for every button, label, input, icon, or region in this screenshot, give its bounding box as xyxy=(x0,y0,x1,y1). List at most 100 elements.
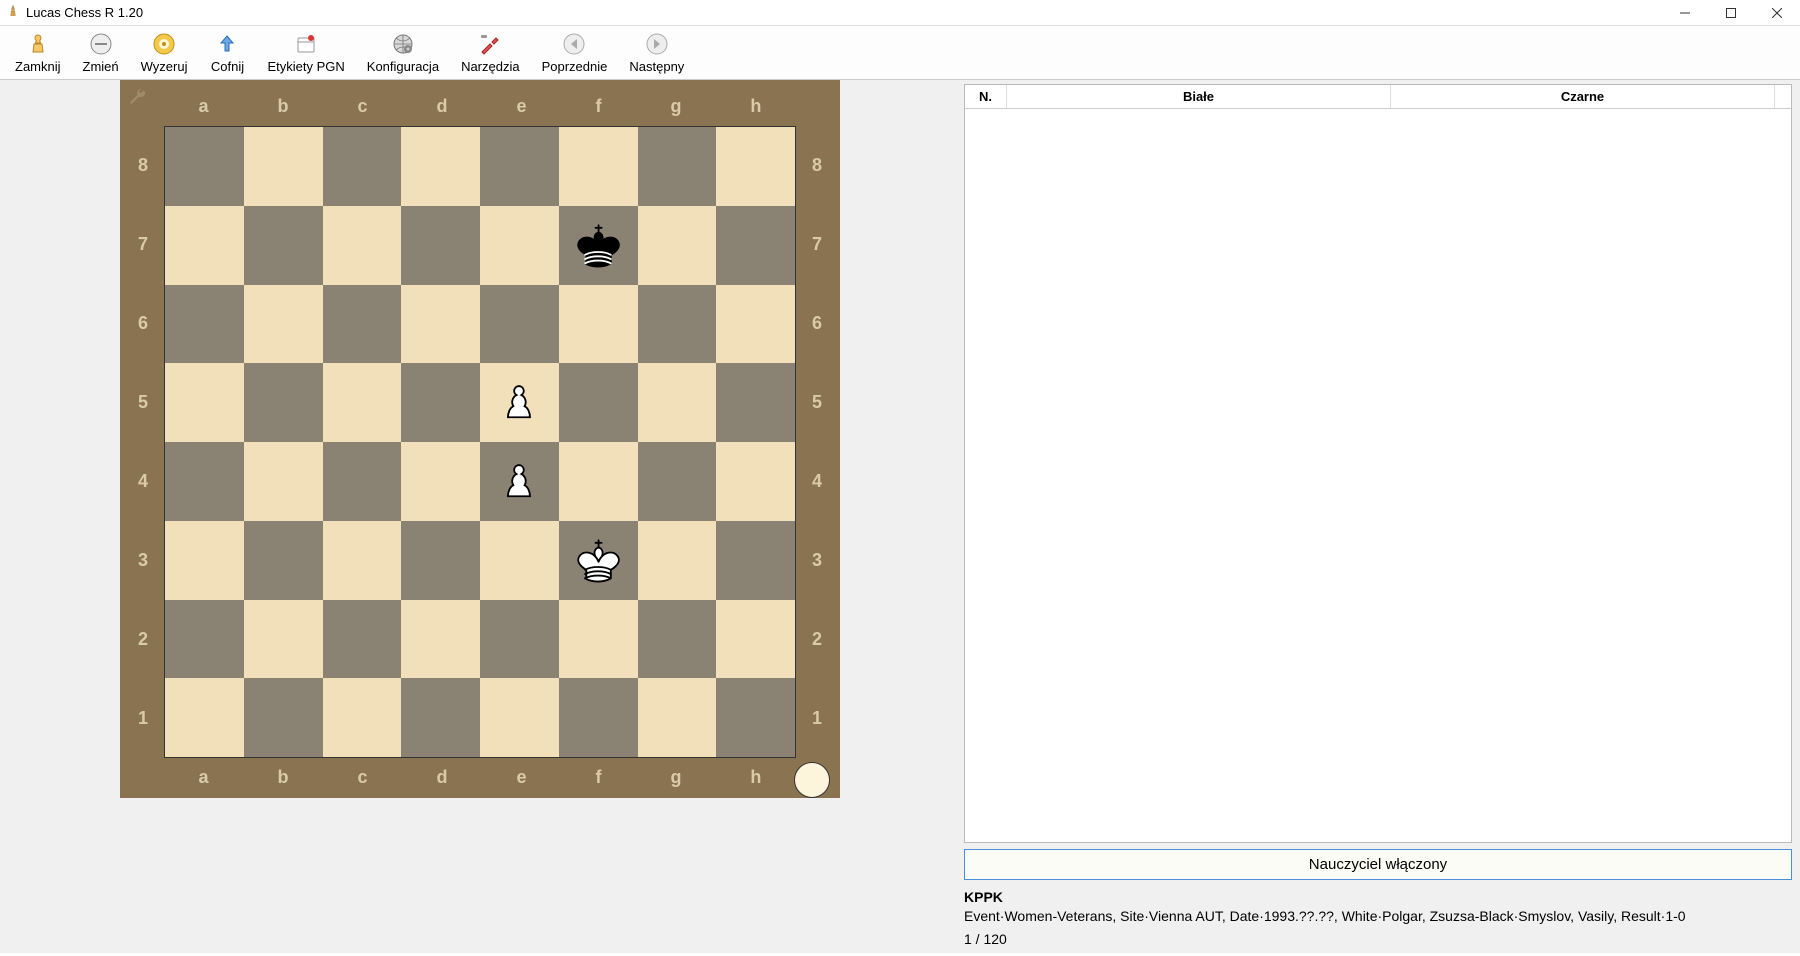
square-h4[interactable] xyxy=(716,442,795,521)
rank-label: 6 xyxy=(138,313,148,334)
square-c1[interactable] xyxy=(323,678,402,757)
close-window-button[interactable] xyxy=(1754,0,1800,25)
square-f8[interactable] xyxy=(559,127,638,206)
toolbar: Zamknij Zmień Wyzeruj Cofnij Etykiety PG… xyxy=(0,25,1800,80)
square-h5[interactable] xyxy=(716,363,795,442)
undo-button[interactable]: Cofnij xyxy=(198,28,256,77)
square-f4[interactable] xyxy=(559,442,638,521)
file-label: e xyxy=(516,767,526,788)
square-e7[interactable] xyxy=(480,206,559,285)
prev-button[interactable]: Poprzednie xyxy=(531,28,619,77)
close-button[interactable]: Zamknij xyxy=(4,28,72,77)
square-b8[interactable] xyxy=(244,127,323,206)
black-king[interactable] xyxy=(559,206,638,285)
square-e6[interactable] xyxy=(480,285,559,364)
square-a5[interactable] xyxy=(165,363,244,442)
square-f5[interactable] xyxy=(559,363,638,442)
rank-label: 5 xyxy=(138,392,148,413)
square-d6[interactable] xyxy=(401,285,480,364)
square-h7[interactable] xyxy=(716,206,795,285)
square-e4[interactable] xyxy=(480,442,559,521)
square-a8[interactable] xyxy=(165,127,244,206)
pgn-labels-button[interactable]: Etykiety PGN xyxy=(256,28,355,77)
next-icon xyxy=(644,31,670,57)
square-e5[interactable] xyxy=(480,363,559,442)
square-c2[interactable] xyxy=(323,600,402,679)
square-f3[interactable] xyxy=(559,521,638,600)
square-a1[interactable] xyxy=(165,678,244,757)
square-f7[interactable] xyxy=(559,206,638,285)
square-d7[interactable] xyxy=(401,206,480,285)
next-button[interactable]: Następny xyxy=(618,28,695,77)
square-g6[interactable] xyxy=(638,285,717,364)
square-a6[interactable] xyxy=(165,285,244,364)
config-label: Konfiguracja xyxy=(367,59,439,74)
square-f2[interactable] xyxy=(559,600,638,679)
square-g3[interactable] xyxy=(638,521,717,600)
square-g7[interactable] xyxy=(638,206,717,285)
square-g8[interactable] xyxy=(638,127,717,206)
square-d8[interactable] xyxy=(401,127,480,206)
white-king[interactable] xyxy=(559,521,638,600)
teacher-button[interactable]: Nauczyciel włączony xyxy=(964,849,1792,880)
board-pane: abcdefgh abcdefgh 87654321 87654321 xyxy=(0,80,960,953)
maximize-button[interactable] xyxy=(1708,0,1754,25)
square-a4[interactable] xyxy=(165,442,244,521)
square-b1[interactable] xyxy=(244,678,323,757)
square-g4[interactable] xyxy=(638,442,717,521)
square-e1[interactable] xyxy=(480,678,559,757)
square-a3[interactable] xyxy=(165,521,244,600)
moves-table[interactable]: N. Białe Czarne xyxy=(964,84,1792,843)
turn-indicator xyxy=(794,762,830,798)
square-f6[interactable] xyxy=(559,285,638,364)
square-h1[interactable] xyxy=(716,678,795,757)
square-d5[interactable] xyxy=(401,363,480,442)
square-h8[interactable] xyxy=(716,127,795,206)
square-a2[interactable] xyxy=(165,600,244,679)
square-a7[interactable] xyxy=(165,206,244,285)
square-c5[interactable] xyxy=(323,363,402,442)
square-b6[interactable] xyxy=(244,285,323,364)
undo-label: Cofnij xyxy=(211,59,244,74)
square-c3[interactable] xyxy=(323,521,402,600)
square-c6[interactable] xyxy=(323,285,402,364)
square-c8[interactable] xyxy=(323,127,402,206)
chess-board[interactable]: abcdefgh abcdefgh 87654321 87654321 xyxy=(120,80,840,798)
square-e8[interactable] xyxy=(480,127,559,206)
minimize-button[interactable] xyxy=(1662,0,1708,25)
rank-label: 8 xyxy=(138,155,148,176)
tools-button[interactable]: Narzędzia xyxy=(450,28,531,77)
white-pawn[interactable] xyxy=(480,363,559,442)
white-pawn[interactable] xyxy=(480,442,559,521)
config-button[interactable]: Konfiguracja xyxy=(356,28,450,77)
square-g1[interactable] xyxy=(638,678,717,757)
square-h3[interactable] xyxy=(716,521,795,600)
square-g2[interactable] xyxy=(638,600,717,679)
square-b7[interactable] xyxy=(244,206,323,285)
square-b3[interactable] xyxy=(244,521,323,600)
square-f1[interactable] xyxy=(559,678,638,757)
square-b2[interactable] xyxy=(244,600,323,679)
square-h6[interactable] xyxy=(716,285,795,364)
square-d3[interactable] xyxy=(401,521,480,600)
square-d2[interactable] xyxy=(401,600,480,679)
file-label: g xyxy=(670,96,681,117)
board-grid[interactable] xyxy=(164,126,796,758)
wrench-icon[interactable] xyxy=(126,86,148,111)
square-c7[interactable] xyxy=(323,206,402,285)
square-e2[interactable] xyxy=(480,600,559,679)
rank-label: 1 xyxy=(812,708,822,729)
square-b4[interactable] xyxy=(244,442,323,521)
square-e3[interactable] xyxy=(480,521,559,600)
square-g5[interactable] xyxy=(638,363,717,442)
square-d4[interactable] xyxy=(401,442,480,521)
rank-label: 4 xyxy=(812,471,822,492)
square-b5[interactable] xyxy=(244,363,323,442)
minus-circle-icon xyxy=(88,31,114,57)
change-button[interactable]: Zmień xyxy=(72,28,130,77)
square-c4[interactable] xyxy=(323,442,402,521)
reset-button[interactable]: Wyzeruj xyxy=(130,28,199,77)
square-d1[interactable] xyxy=(401,678,480,757)
square-h2[interactable] xyxy=(716,600,795,679)
rank-label: 2 xyxy=(138,629,148,650)
